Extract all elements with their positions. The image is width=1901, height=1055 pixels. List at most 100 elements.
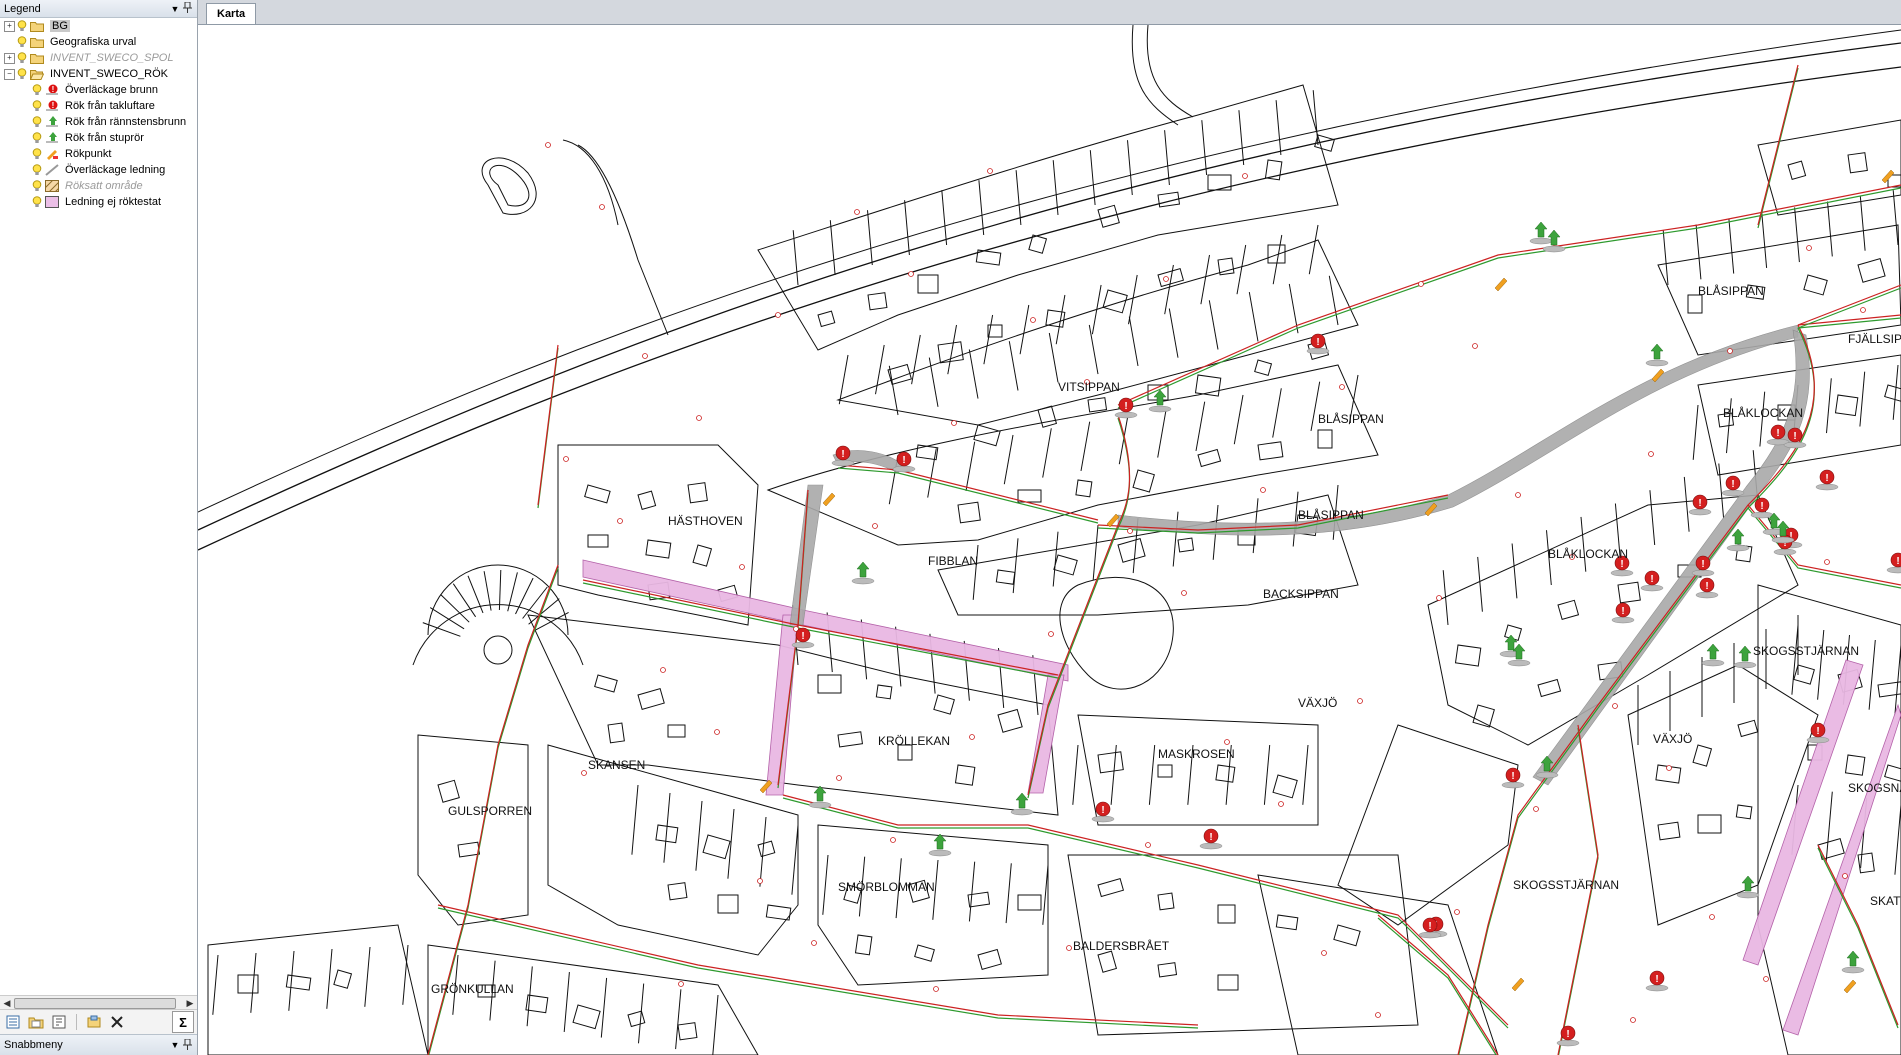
expander-icon[interactable]: + xyxy=(4,20,15,32)
parcel-divider xyxy=(829,220,836,276)
legend-item[interactable]: Ledning ej röktestat xyxy=(0,194,197,210)
parcel-divider xyxy=(1477,556,1483,612)
building-footprint xyxy=(1472,704,1495,728)
visibility-bulb-icon[interactable] xyxy=(32,196,45,208)
building-footprint xyxy=(933,694,955,715)
marker-base xyxy=(1886,566,1901,574)
visibility-bulb-icon[interactable] xyxy=(32,84,45,96)
building-footprint xyxy=(1217,904,1236,924)
building-footprint xyxy=(1037,405,1058,428)
manhole-node xyxy=(1824,559,1830,565)
main-road-edge xyxy=(198,66,1901,551)
building-footprint xyxy=(1454,644,1482,667)
pin-icon[interactable] xyxy=(181,1038,193,1052)
refresh-icon[interactable] xyxy=(84,1012,104,1032)
visibility-bulb-icon[interactable] xyxy=(32,116,45,128)
parcel-divider xyxy=(822,854,829,915)
building-footprint xyxy=(914,944,935,962)
legend-toolbar: Σ xyxy=(0,1009,197,1034)
legend-item[interactable]: Överläckage ledning xyxy=(0,162,197,178)
parcel-divider xyxy=(1168,308,1179,358)
legend-item[interactable]: Rökpunkt xyxy=(0,146,197,162)
parcel-divider xyxy=(1072,744,1079,805)
legend-item[interactable]: Geografiska urval xyxy=(0,34,197,50)
svg-text:!: ! xyxy=(52,85,55,94)
scroll-track[interactable] xyxy=(14,998,183,1009)
warning-mark: ! xyxy=(1511,771,1514,782)
legend-item-label: Rökpunkt xyxy=(65,148,112,160)
warning-mark: ! xyxy=(1209,832,1212,843)
marker-base xyxy=(1645,984,1669,992)
parcel-divider xyxy=(1692,404,1699,460)
sum-icon[interactable]: Σ xyxy=(172,1011,194,1033)
sewer-line-green xyxy=(1757,67,1799,229)
parcel-divider xyxy=(792,230,799,286)
legend-item[interactable]: ! Överläckage brunn xyxy=(0,82,197,98)
legend-item-label: Rök från takluftare xyxy=(65,100,155,112)
manhole-node xyxy=(1339,384,1345,390)
marker-base xyxy=(1721,489,1745,497)
marker-base xyxy=(1199,842,1223,850)
layer-properties-icon[interactable] xyxy=(49,1012,69,1032)
visibility-bulb-icon[interactable] xyxy=(32,100,45,112)
untested-pipe-area xyxy=(1782,703,1901,1036)
smoke-point-marker-icon xyxy=(822,492,836,507)
parcel-divider xyxy=(1511,543,1518,599)
building-footprint xyxy=(584,484,611,504)
scroll-right-icon[interactable]: ▶ xyxy=(183,998,197,1009)
building-footprint xyxy=(1017,894,1042,911)
parcel-divider xyxy=(1272,388,1282,438)
building-footprint xyxy=(1197,448,1222,468)
visibility-bulb-icon[interactable] xyxy=(17,52,30,64)
sewer-line-green xyxy=(1817,847,1899,1029)
add-folder-icon[interactable] xyxy=(26,1012,46,1032)
delete-icon[interactable] xyxy=(107,1012,127,1032)
smoke-point-marker-icon xyxy=(1106,513,1120,528)
manhole-node xyxy=(739,564,745,570)
legend-item[interactable]: + INVENT_SWECO_SPOL xyxy=(0,50,197,66)
visibility-bulb-icon[interactable] xyxy=(32,180,45,192)
building-footprint xyxy=(854,934,873,956)
smoke-arrow-marker-icon xyxy=(856,561,870,578)
manhole-node xyxy=(1066,945,1072,951)
visibility-bulb-icon[interactable] xyxy=(32,148,45,160)
legend-item[interactable]: ! Rök från takluftare xyxy=(0,98,197,114)
parcel-divider xyxy=(1015,170,1022,226)
legend-item[interactable]: − INVENT_SWECO_RÖK xyxy=(0,66,197,82)
parcel-divider xyxy=(875,344,885,395)
visibility-bulb-icon[interactable] xyxy=(17,68,30,80)
tab-karta[interactable]: Karta xyxy=(206,3,257,24)
scroll-thumb[interactable] xyxy=(14,998,176,1009)
place-label: BLÅKLOCKAN xyxy=(1723,405,1803,420)
layer-list-icon[interactable] xyxy=(3,1012,23,1032)
parcel-divider xyxy=(904,200,910,256)
svg-text:!: ! xyxy=(52,101,55,110)
dropdown-icon[interactable]: ▼ xyxy=(169,4,181,14)
warning-mark: ! xyxy=(1731,479,1734,490)
marker-base xyxy=(1750,511,1774,519)
pin-icon[interactable] xyxy=(181,1,193,15)
map-canvas[interactable]: !!!!!!!!!!!!!!!!!!!!!!!!!!! VITSIPPAN BLÅ… xyxy=(198,25,1901,1055)
map-svg[interactable]: !!!!!!!!!!!!!!!!!!!!!!!!!!! VITSIPPAN BLÅ… xyxy=(198,25,1901,1055)
visibility-bulb-icon[interactable] xyxy=(32,164,45,176)
parcel-divider xyxy=(1892,364,1899,420)
building-footprint xyxy=(594,674,618,693)
expander-icon[interactable]: − xyxy=(4,68,15,80)
manhole-node xyxy=(872,523,878,529)
visibility-bulb-icon[interactable] xyxy=(32,132,45,144)
legend-horizontal-scrollbar[interactable]: ◀ ▶ xyxy=(0,995,197,1010)
manhole-node xyxy=(660,667,666,673)
visibility-bulb-icon[interactable] xyxy=(17,36,30,48)
legend-item[interactable]: Röksatt område xyxy=(0,178,197,194)
legend-item[interactable]: Rök från rännstensbrunn xyxy=(0,114,197,130)
building-footprint xyxy=(817,674,842,694)
visibility-bulb-icon[interactable] xyxy=(17,20,30,32)
dropdown-icon[interactable]: ▼ xyxy=(169,1040,181,1050)
marker-base xyxy=(831,459,855,467)
building-footprint xyxy=(717,894,739,914)
building-footprint xyxy=(1157,764,1173,778)
scroll-left-icon[interactable]: ◀ xyxy=(0,998,14,1009)
legend-item[interactable]: Rök från stuprör xyxy=(0,130,197,146)
expander-icon[interactable]: + xyxy=(4,52,15,64)
legend-item[interactable]: + BG xyxy=(0,18,197,34)
